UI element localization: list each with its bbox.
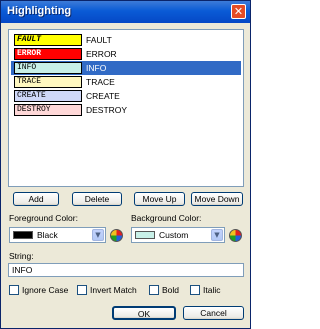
string-label: String: bbox=[9, 251, 34, 261]
ignore-case-label[interactable]: Ignore Case bbox=[22, 285, 68, 295]
invert-match-label[interactable]: Invert Match bbox=[90, 285, 137, 295]
list-item-swatch: INFO bbox=[14, 62, 82, 74]
list-item-label: ERROR bbox=[86, 49, 117, 59]
list-item-label: DESTROY bbox=[86, 105, 128, 115]
ignore-case-checkbox[interactable] bbox=[9, 285, 19, 295]
chevron-down-icon[interactable]: ▼ bbox=[211, 229, 223, 241]
foreground-color-swatch bbox=[13, 231, 33, 239]
list-item-label: TRACE bbox=[86, 77, 115, 87]
move-up-button[interactable]: Move Up bbox=[134, 192, 185, 206]
list-item-label: FAULT bbox=[86, 35, 112, 45]
window-title: Highlighting bbox=[7, 5, 72, 17]
list-item-swatch: TRACE bbox=[14, 76, 82, 88]
list-item-create[interactable]: CREATE CREATE bbox=[11, 89, 241, 103]
background-color-swatch bbox=[135, 231, 155, 239]
highlighting-dialog: Highlighting ✕ FAULT FAULT ERROR ERROR I… bbox=[0, 0, 251, 329]
foreground-palette-icon[interactable] bbox=[110, 229, 123, 242]
background-color-label: Background Color: bbox=[131, 213, 202, 223]
list-item-swatch: FAULT bbox=[14, 34, 82, 46]
bold-checkbox[interactable] bbox=[149, 285, 159, 295]
title-bar[interactable]: Highlighting ✕ bbox=[1, 1, 250, 23]
list-item-swatch: CREATE bbox=[14, 90, 82, 102]
string-input[interactable] bbox=[8, 263, 244, 277]
bold-label[interactable]: Bold bbox=[162, 285, 179, 295]
background-palette-icon[interactable] bbox=[229, 229, 242, 242]
list-item-swatch: ERROR bbox=[14, 48, 82, 60]
list-item-info[interactable]: INFO INFO bbox=[11, 61, 241, 75]
invert-match-checkbox[interactable] bbox=[77, 285, 87, 295]
list-item-label: INFO bbox=[86, 63, 107, 73]
list-item-swatch: DESTROY bbox=[14, 104, 82, 116]
delete-button[interactable]: Delete bbox=[72, 192, 122, 206]
close-button[interactable]: ✕ bbox=[231, 4, 246, 19]
foreground-color-select[interactable]: Black ▼ bbox=[9, 227, 106, 243]
close-icon: ✕ bbox=[233, 5, 244, 18]
cancel-button[interactable]: Cancel bbox=[183, 306, 244, 320]
list-item-destroy[interactable]: DESTROY DESTROY bbox=[11, 103, 241, 117]
list-item-fault[interactable]: FAULT FAULT bbox=[11, 33, 241, 47]
add-button[interactable]: Add bbox=[13, 192, 59, 206]
list-item-trace[interactable]: TRACE TRACE bbox=[11, 75, 241, 89]
italic-checkbox[interactable] bbox=[190, 285, 200, 295]
background-color-select[interactable]: Custom ▼ bbox=[131, 227, 225, 243]
background-color-value: Custom bbox=[159, 230, 189, 240]
list-item-label: CREATE bbox=[86, 91, 120, 101]
foreground-color-value: Black bbox=[37, 230, 58, 240]
foreground-color-label: Foreground Color: bbox=[9, 213, 78, 223]
chevron-down-icon[interactable]: ▼ bbox=[92, 229, 104, 241]
move-down-button[interactable]: Move Down bbox=[191, 192, 243, 206]
ok-button[interactable]: OK bbox=[112, 306, 176, 320]
list-item-error[interactable]: ERROR ERROR bbox=[11, 47, 241, 61]
italic-label[interactable]: Italic bbox=[203, 285, 220, 295]
highlight-list[interactable]: FAULT FAULT ERROR ERROR INFO INFO TRACE … bbox=[8, 29, 244, 187]
